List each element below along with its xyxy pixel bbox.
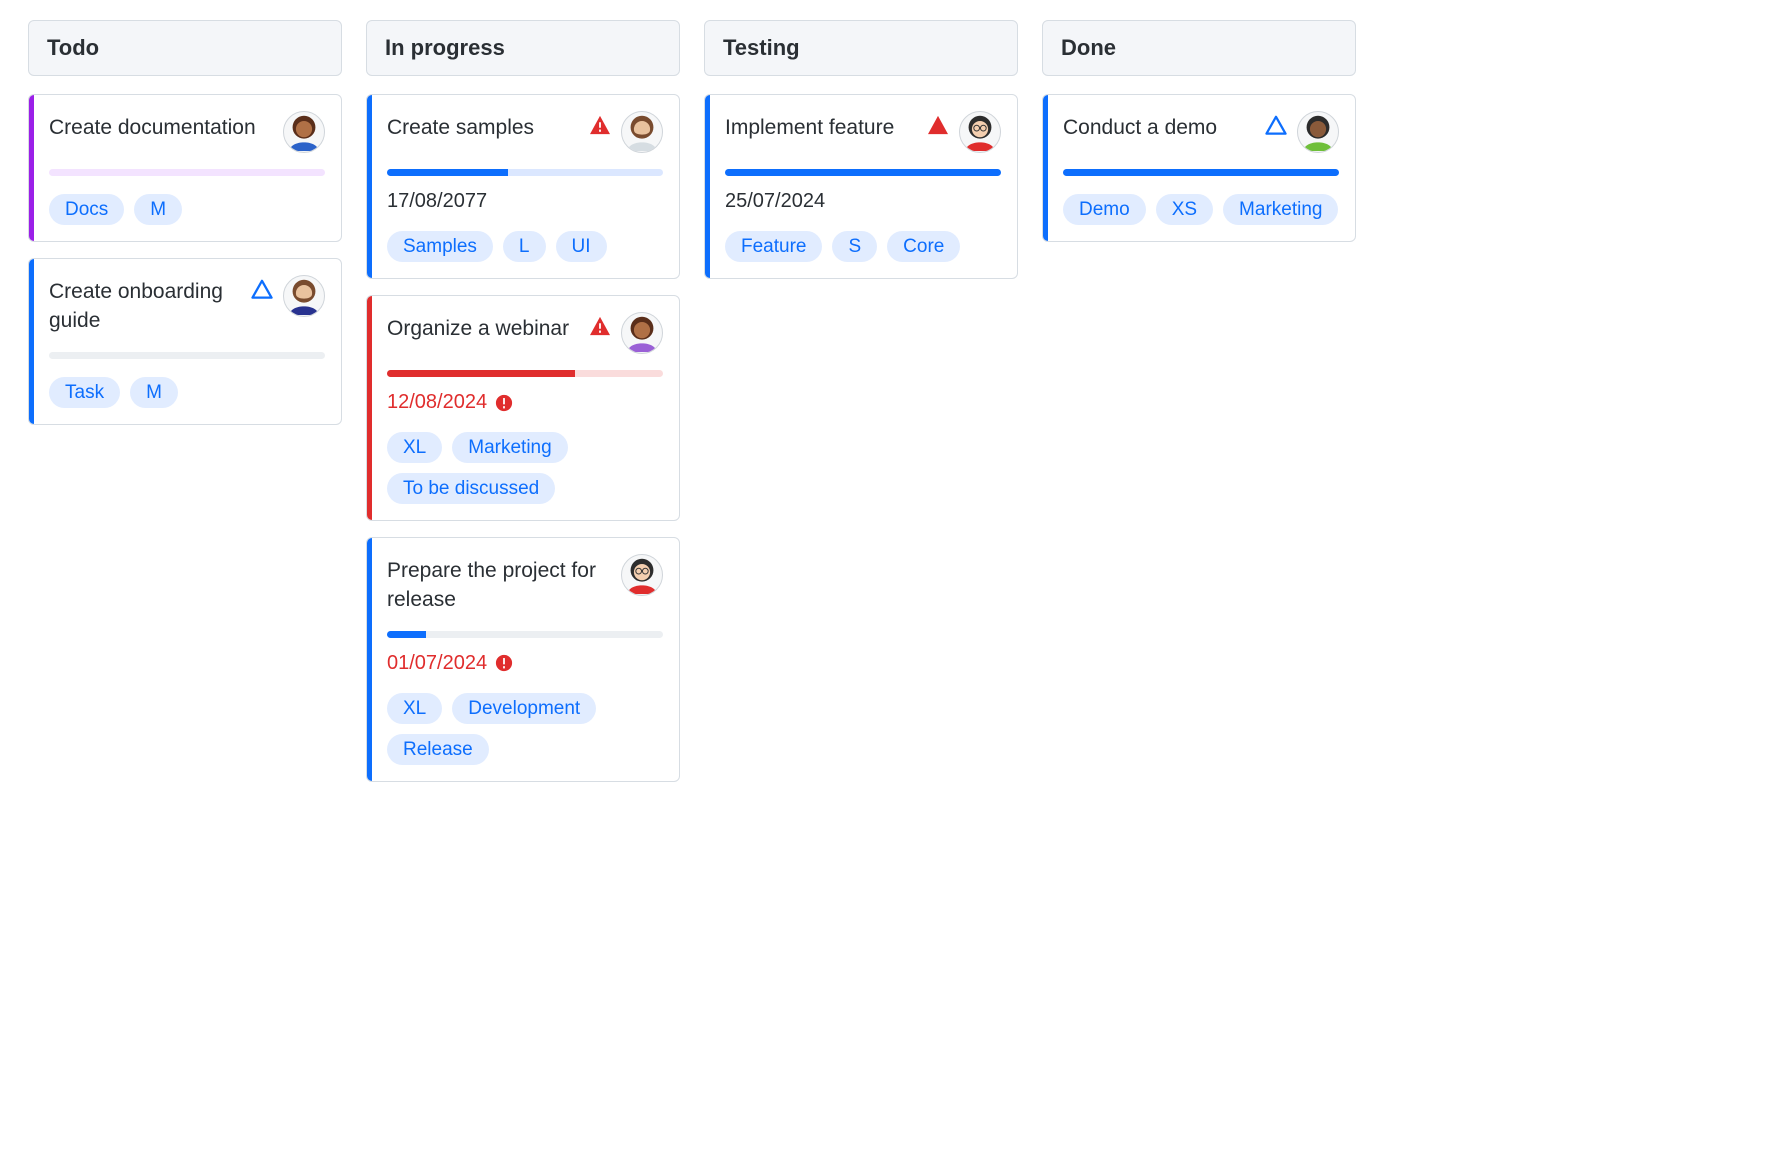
card-header: Create documentation: [49, 111, 325, 153]
tag[interactable]: Feature: [725, 231, 822, 262]
progress-bar: [387, 370, 663, 377]
progress-bar: [49, 169, 325, 176]
priority-low-icon: [1265, 115, 1287, 135]
progress-fill: [387, 631, 426, 638]
tag[interactable]: UI: [556, 231, 607, 262]
overdue-icon: [495, 394, 513, 412]
card-tags: Feature S Core: [725, 231, 1001, 262]
card-title: Implement feature: [725, 111, 917, 142]
tag[interactable]: S: [832, 231, 877, 262]
card-title: Organize a webinar: [387, 312, 579, 343]
tag[interactable]: Release: [387, 734, 489, 765]
assignee-avatar[interactable]: [621, 554, 663, 596]
card-header: Create samples: [387, 111, 663, 153]
card-tags: XL Development Release: [387, 693, 663, 765]
tag[interactable]: To be discussed: [387, 473, 555, 504]
tag[interactable]: Docs: [49, 194, 124, 225]
due-date-text: 17/08/2077: [387, 190, 487, 213]
column: In progress Create samples 17/08/2077 Sampl…: [366, 20, 680, 798]
card-tags: XL Marketing To be discussed: [387, 432, 663, 504]
card-header: Organize a webinar: [387, 312, 663, 354]
progress-fill: [387, 169, 508, 176]
tag[interactable]: Core: [887, 231, 960, 262]
card-tags: Samples L UI: [387, 231, 663, 262]
due-date-text: 25/07/2024: [725, 190, 825, 213]
card-title: Create documentation: [49, 111, 273, 142]
card-header: Create onboarding guide: [49, 275, 325, 336]
card-title: Create samples: [387, 111, 579, 142]
priority-warning-icon: [589, 115, 611, 135]
card-title: Create onboarding guide: [49, 275, 241, 336]
progress-bar: [387, 631, 663, 638]
overdue-icon: [495, 654, 513, 672]
priority-high-icon: [927, 115, 949, 135]
tag[interactable]: Marketing: [452, 432, 567, 463]
column-header[interactable]: In progress: [366, 20, 680, 76]
card-title: Conduct a demo: [1063, 111, 1255, 142]
progress-bar: [1063, 169, 1339, 176]
progress-fill: [387, 370, 575, 377]
tag[interactable]: Task: [49, 377, 120, 408]
kanban-card[interactable]: Organize a webinar 12/08/2024 XL Marketing T…: [366, 295, 680, 521]
tag[interactable]: M: [134, 194, 182, 225]
tag[interactable]: M: [130, 377, 178, 408]
tag[interactable]: XS: [1156, 194, 1213, 225]
column: Done Conduct a demo Demo XS Marketing: [1042, 20, 1356, 258]
card-header: Conduct a demo: [1063, 111, 1339, 153]
column-header[interactable]: Todo: [28, 20, 342, 76]
priority-low-icon: [251, 279, 273, 299]
kanban-card[interactable]: Create samples 17/08/2077 Samples L UI: [366, 94, 680, 279]
card-due-date: 17/08/2077: [387, 190, 663, 213]
kanban-card[interactable]: Implement feature 25/07/2024 Feature S Core: [704, 94, 1018, 279]
card-stripe: [29, 259, 34, 424]
assignee-avatar[interactable]: [283, 275, 325, 317]
assignee-avatar[interactable]: [283, 111, 325, 153]
card-due-date: 12/08/2024: [387, 391, 663, 414]
column: TodoCreate documentationDocsMCreate onbo…: [28, 20, 342, 441]
card-stripe: [367, 296, 372, 520]
tag[interactable]: L: [503, 231, 546, 262]
card-due-date: 01/07/2024: [387, 652, 663, 675]
column-header[interactable]: Done: [1042, 20, 1356, 76]
column-header[interactable]: Testing: [704, 20, 1018, 76]
assignee-avatar[interactable]: [621, 312, 663, 354]
kanban-card[interactable]: Create documentation Docs M: [28, 94, 342, 242]
due-date-text: 12/08/2024: [387, 391, 487, 414]
tag[interactable]: Samples: [387, 231, 493, 262]
kanban-card[interactable]: Prepare the project for release 01/07/202…: [366, 537, 680, 782]
card-stripe: [367, 538, 372, 781]
card-stripe: [1043, 95, 1048, 241]
card-stripe: [29, 95, 34, 241]
kanban-card[interactable]: Conduct a demo Demo XS Marketing: [1042, 94, 1356, 242]
tag[interactable]: Demo: [1063, 194, 1146, 225]
priority-warning-icon: [589, 316, 611, 336]
card-tags: Task M: [49, 377, 325, 408]
card-due-date: 25/07/2024: [725, 190, 1001, 213]
assignee-avatar[interactable]: [959, 111, 1001, 153]
kanban-card[interactable]: Create onboarding guide Task M: [28, 258, 342, 425]
progress-bar: [49, 352, 325, 359]
card-title: Prepare the project for release: [387, 554, 611, 615]
card-tags: Docs M: [49, 194, 325, 225]
column: Testing Implement feature 25/07/2024 Featur…: [704, 20, 1018, 295]
tag[interactable]: XL: [387, 432, 442, 463]
kanban-board: TodoCreate documentationDocsMCreate onbo…: [28, 20, 1752, 798]
progress-fill: [725, 169, 1001, 176]
progress-bar: [725, 169, 1001, 176]
due-date-text: 01/07/2024: [387, 652, 487, 675]
card-header: Implement feature: [725, 111, 1001, 153]
progress-fill: [1063, 169, 1339, 176]
tag[interactable]: Development: [452, 693, 596, 724]
assignee-avatar[interactable]: [621, 111, 663, 153]
progress-bar: [387, 169, 663, 176]
tag[interactable]: XL: [387, 693, 442, 724]
card-stripe: [367, 95, 372, 278]
card-stripe: [705, 95, 710, 278]
tag[interactable]: Marketing: [1223, 194, 1338, 225]
card-tags: Demo XS Marketing: [1063, 194, 1339, 225]
card-header: Prepare the project for release: [387, 554, 663, 615]
assignee-avatar[interactable]: [1297, 111, 1339, 153]
